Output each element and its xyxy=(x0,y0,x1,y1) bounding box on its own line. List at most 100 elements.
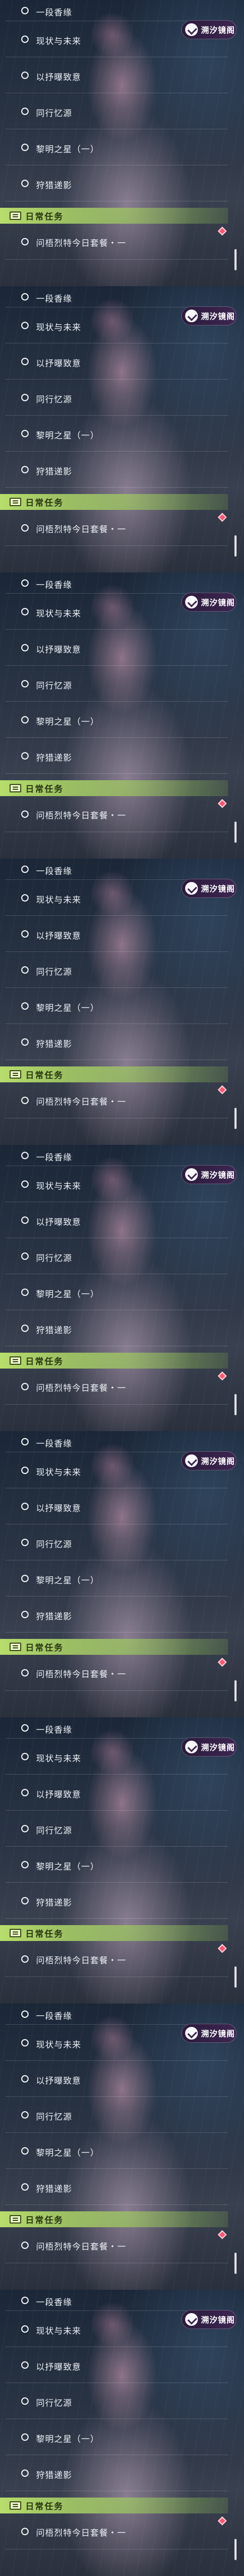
chat-badge-button[interactable]: 溯汐镜阁 xyxy=(181,1737,237,1757)
quest-item[interactable]: 同行忆源 xyxy=(0,1524,233,1560)
quest-item[interactable]: 以抒曝致意 xyxy=(0,1775,233,1811)
scrollbar-thumb[interactable] xyxy=(234,2253,237,2274)
daily-quest-item[interactable]: 问梧烈特今日套餐・一 xyxy=(0,224,233,260)
quest-item[interactable]: 以抒曝致意 xyxy=(0,1488,233,1524)
daily-task-icon xyxy=(10,1643,21,1651)
chat-badge-button[interactable]: 溯汐镜阁 xyxy=(181,2024,237,2043)
daily-quest-item[interactable]: 问梧烈特今日套餐・一 xyxy=(0,510,233,546)
daily-quest-item[interactable]: 问梧烈特今日套餐・一 xyxy=(0,1082,233,1118)
quest-item[interactable]: 黎明之星（一） xyxy=(0,2133,233,2169)
quest-item[interactable]: 同行忆源 xyxy=(0,93,233,129)
scrollbar-thumb[interactable] xyxy=(234,1680,237,1701)
daily-quest-item[interactable]: 问梧烈特今日套餐・一 xyxy=(0,2227,233,2263)
quest-item[interactable]: 以抒曝致意 xyxy=(0,343,233,380)
chat-badge-button[interactable]: 溯汐镜阁 xyxy=(181,20,237,39)
quest-item[interactable]: 以抒曝致意 xyxy=(0,57,233,93)
quest-label: 现状与未来 xyxy=(36,1753,82,1763)
daily-quest-label: 问梧烈特今日套餐・一 xyxy=(36,1383,127,1393)
quest-item[interactable]: 狩猎递影 xyxy=(0,1024,233,1060)
daily-task-section-header[interactable]: 日常任务 xyxy=(0,2211,228,2227)
daily-task-section-header[interactable]: 日常任务 xyxy=(0,1639,228,1655)
daily-task-section-header[interactable]: 日常任务 xyxy=(0,494,228,510)
quest-item[interactable]: 黎明之星（一） xyxy=(0,416,233,452)
quest-item[interactable]: 狩猎递影 xyxy=(0,2169,233,2205)
quest-item[interactable]: 黎明之星（一） xyxy=(0,702,233,738)
quest-item[interactable]: 同行忆源 xyxy=(0,380,233,416)
chat-badge-button[interactable]: 溯汐镜阁 xyxy=(181,1165,237,1184)
quest-item[interactable]: 一段香缘 xyxy=(0,1431,233,1452)
quest-circle-icon xyxy=(21,1180,29,1188)
daily-task-section-header[interactable]: 日常任务 xyxy=(0,780,228,796)
quest-item[interactable]: 一段香缘 xyxy=(0,1145,233,1166)
quest-item[interactable]: 一段香缘 xyxy=(0,0,233,21)
daily-quest-item[interactable]: 问梧烈特今日套餐・一 xyxy=(0,1369,233,1405)
daily-quest-label: 问梧烈特今日套餐・一 xyxy=(36,1669,127,1679)
quest-item[interactable]: 黎明之星（一） xyxy=(0,2419,233,2455)
quest-item[interactable]: 以抒曝致意 xyxy=(0,630,233,666)
quest-item[interactable]: 一段香缘 xyxy=(0,2004,233,2025)
quest-item[interactable]: 以抒曝致意 xyxy=(0,2061,233,2097)
quest-item[interactable]: 狩猎递影 xyxy=(0,1596,233,1633)
quest-item[interactable]: 同行忆源 xyxy=(0,666,233,702)
quest-item[interactable]: 同行忆源 xyxy=(0,2097,233,2133)
daily-task-section-header[interactable]: 日常任务 xyxy=(0,2498,228,2513)
quest-item[interactable]: 以抒曝致意 xyxy=(0,1202,233,1238)
quest-item[interactable]: 以抒曝致意 xyxy=(0,2347,233,2383)
daily-quest-item[interactable]: 问梧烈特今日套餐・一 xyxy=(0,1655,233,1691)
quest-circle-icon xyxy=(21,2075,29,2083)
scrollbar-thumb[interactable] xyxy=(234,822,237,843)
daily-quest-label: 问梧烈特今日套餐・一 xyxy=(36,2242,127,2252)
scrollbar-thumb[interactable] xyxy=(234,1108,237,1129)
quest-circle-icon xyxy=(21,810,29,818)
quest-label: 同行忆源 xyxy=(36,1253,73,1263)
quest-panel-tile: 一段香缘 现状与未来 以抒曝致意 同行忆源 黎明之星（一） 狩猎递影 溯汐镜阁 … xyxy=(0,572,244,859)
quest-item[interactable]: 狩猎递影 xyxy=(0,1310,233,1346)
quest-circle-icon xyxy=(21,2297,29,2304)
quest-item[interactable]: 以抒曝致意 xyxy=(0,916,233,952)
daily-task-section-header[interactable]: 日常任务 xyxy=(0,208,228,224)
daily-task-section-header[interactable]: 日常任务 xyxy=(0,1066,228,1082)
chat-badge-button[interactable]: 溯汐镜阁 xyxy=(181,1451,237,1470)
quest-item[interactable]: 狩猎递影 xyxy=(0,1883,233,1919)
quest-item[interactable]: 狩猎递影 xyxy=(0,165,233,201)
chat-badge-button[interactable]: 溯汐镜阁 xyxy=(181,2310,237,2329)
quest-item[interactable]: 一段香缘 xyxy=(0,1717,233,1739)
quest-label: 以抒曝致意 xyxy=(36,1789,82,1799)
daily-quest-item[interactable]: 问梧烈特今日套餐・一 xyxy=(0,2513,233,2549)
quest-item[interactable]: 一段香缘 xyxy=(0,859,233,880)
quest-item[interactable]: 同行忆源 xyxy=(0,952,233,988)
quest-item[interactable]: 一段香缘 xyxy=(0,286,233,307)
quest-item[interactable]: 狩猎递影 xyxy=(0,738,233,774)
quest-item[interactable]: 黎明之星（一） xyxy=(0,1847,233,1883)
quest-label: 以抒曝致意 xyxy=(36,1503,82,1513)
daily-quest-item[interactable]: 问梧烈特今日套餐・一 xyxy=(0,1941,233,1977)
quest-item[interactable]: 一段香缘 xyxy=(0,2290,233,2311)
quest-label: 现状与未来 xyxy=(36,2040,82,2050)
daily-task-label: 日常任务 xyxy=(25,784,64,794)
quest-item[interactable]: 狩猎递影 xyxy=(0,452,233,488)
quest-item[interactable]: 同行忆源 xyxy=(0,1811,233,1847)
scrollbar-thumb[interactable] xyxy=(234,1394,237,1415)
daily-quest-item[interactable]: 问梧烈特今日套餐・一 xyxy=(0,796,233,832)
scrollbar-thumb[interactable] xyxy=(234,249,237,270)
chat-bubble-icon xyxy=(185,596,198,608)
quest-item[interactable]: 黎明之星（一） xyxy=(0,129,233,165)
chat-badge-button[interactable]: 溯汐镜阁 xyxy=(181,879,237,898)
quest-item[interactable]: 同行忆源 xyxy=(0,2383,233,2419)
chat-badge-button[interactable]: 溯汐镜阁 xyxy=(181,306,237,325)
quest-item[interactable]: 黎明之星（一） xyxy=(0,1274,233,1310)
quest-label: 狩猎递影 xyxy=(36,753,73,763)
scrollbar-thumb[interactable] xyxy=(234,1966,237,1988)
scrollbar-thumb[interactable] xyxy=(234,535,237,557)
scrollbar-thumb[interactable] xyxy=(234,2539,237,2560)
quest-label: 同行忆源 xyxy=(36,967,73,977)
daily-task-section-header[interactable]: 日常任务 xyxy=(0,1353,228,1369)
quest-item[interactable]: 一段香缘 xyxy=(0,572,233,594)
quest-item[interactable]: 狩猎递影 xyxy=(0,2455,233,2491)
chat-badge-button[interactable]: 溯汐镜阁 xyxy=(181,593,237,612)
quest-item[interactable]: 黎明之星（一） xyxy=(0,988,233,1024)
quest-circle-icon xyxy=(21,394,29,401)
quest-item[interactable]: 黎明之星（一） xyxy=(0,1560,233,1596)
quest-item[interactable]: 同行忆源 xyxy=(0,1238,233,1274)
daily-task-section-header[interactable]: 日常任务 xyxy=(0,1925,228,1941)
